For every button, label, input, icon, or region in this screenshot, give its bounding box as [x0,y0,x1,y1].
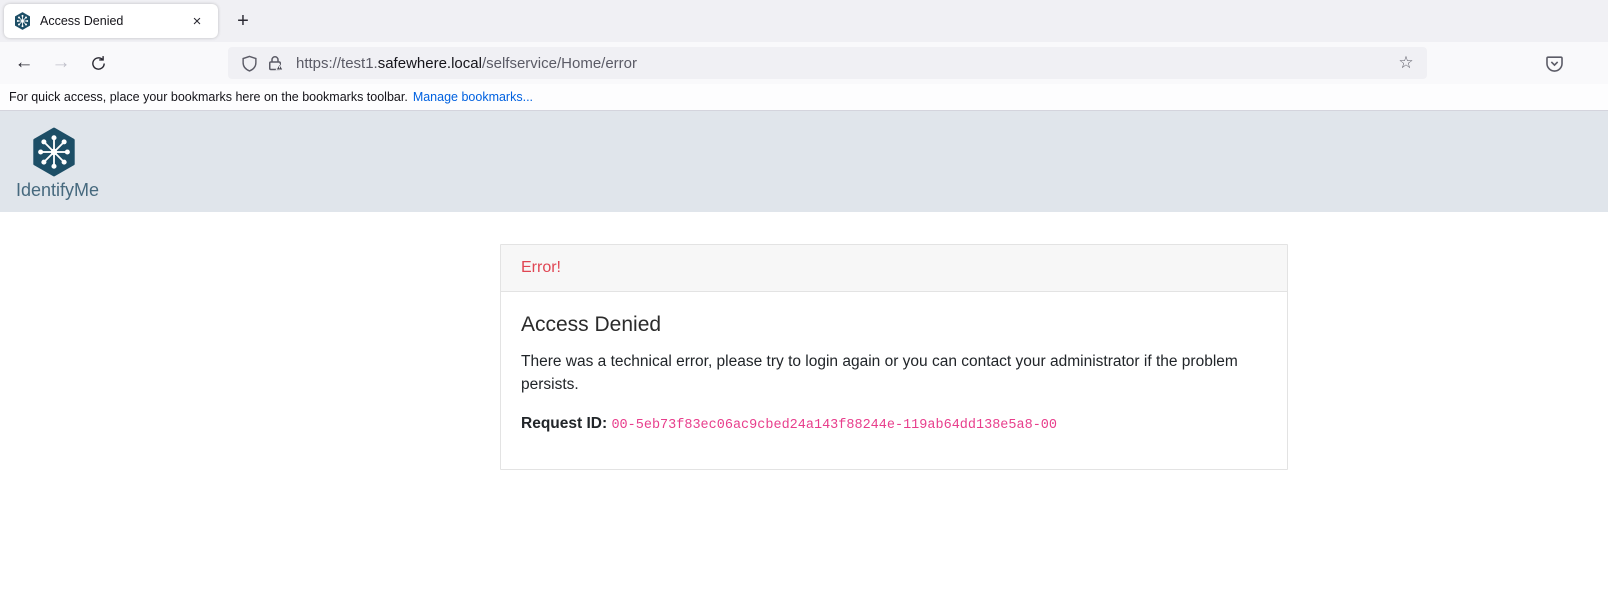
url-domain: safewhere.local [378,55,482,72]
shield-icon[interactable] [236,50,262,76]
request-id-line: Request ID: 00-5eb73f83ec06ac9cbed24a143… [521,415,1267,433]
reload-button[interactable] [82,47,114,79]
url-bar[interactable]: https://test1.safewhere.local/selfservic… [228,47,1427,79]
url-path: /selfservice/Home/error [482,55,637,72]
new-tab-button[interactable]: + [228,6,258,36]
back-button[interactable]: ← [8,47,40,79]
bookmarks-hint-text: For quick access, place your bookmarks h… [9,90,408,104]
site-favicon-hexagon-icon [14,12,31,30]
navigation-toolbar: ← → https://test1.safewhere.local/selfse… [0,42,1608,84]
request-id-label: Request ID: [521,415,607,432]
lock-warning-icon[interactable] [262,50,288,76]
page-content: Error! Access Denied There was a technic… [0,212,1608,512]
identifyme-brand[interactable]: IdentifyMe [16,127,136,201]
tab-strip: Access Denied × + [0,0,1608,42]
identifyme-logo-icon [31,127,136,177]
brand-name: IdentifyMe [16,180,136,201]
site-header: IdentifyMe [0,111,1608,212]
error-message: There was a technical error, please try … [521,350,1263,397]
request-id-value: 00-5eb73f83ec06ac9cbed24a143f88244e-119a… [611,418,1057,433]
manage-bookmarks-link[interactable]: Manage bookmarks... [413,90,533,104]
bookmarks-toolbar: For quick access, place your bookmarks h… [0,84,1608,111]
url-scheme-subdomain: https://test1. [296,55,378,72]
forward-button: → [45,47,77,79]
pocket-icon[interactable] [1538,47,1570,79]
error-card-header: Error! [501,245,1287,292]
error-card-body: Access Denied There was a technical erro… [501,292,1287,469]
browser-tab-access-denied[interactable]: Access Denied × [4,4,218,38]
tab-close-icon[interactable]: × [186,10,208,32]
bookmark-star-icon[interactable]: ☆ [1393,50,1419,76]
error-card: Error! Access Denied There was a technic… [500,244,1288,470]
error-title: Access Denied [521,313,1267,337]
url-input[interactable]: https://test1.safewhere.local/selfservic… [296,55,1393,72]
tab-title: Access Denied [40,14,186,28]
